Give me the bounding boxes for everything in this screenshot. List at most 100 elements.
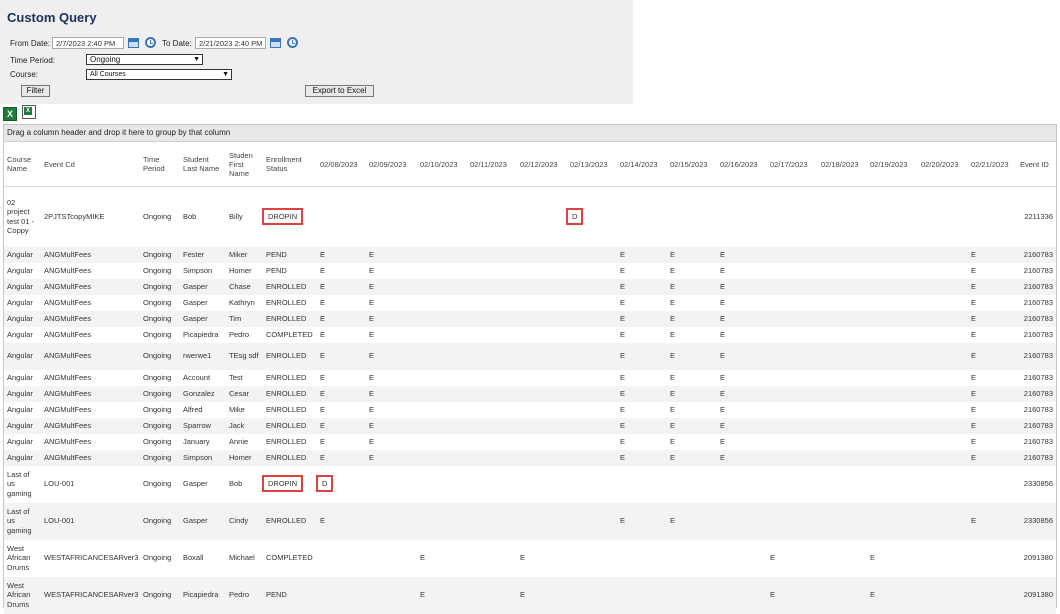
day-cell: E bbox=[667, 449, 717, 466]
table-row[interactable]: Angular ANGMultFees Ongoing Gasper Tim ENROLL… bbox=[4, 310, 1056, 327]
from-date-input[interactable]: 2/7/2023 2:40 PM bbox=[52, 37, 124, 49]
day-cell bbox=[717, 187, 767, 247]
table-row[interactable]: Angular ANGMultFees Ongoing Gasper Kathryn EN… bbox=[4, 295, 1056, 311]
day-cell: D bbox=[565, 187, 617, 247]
calendar-icon[interactable] bbox=[128, 38, 139, 48]
day-cell bbox=[417, 295, 467, 311]
day-cell: E bbox=[968, 417, 1017, 434]
column-header[interactable]: Enrollment Status bbox=[263, 142, 317, 187]
column-header[interactable]: Studen First Name bbox=[226, 142, 263, 187]
table-row[interactable]: Angular ANGMultFees Ongoing Gonzalez Cesar EN… bbox=[4, 385, 1056, 402]
day-cell: E bbox=[517, 540, 567, 577]
day-cell bbox=[818, 278, 867, 295]
table-row[interactable]: Angular ANGMultFees Ongoing Sparrow Jack ENRO… bbox=[4, 417, 1056, 434]
column-header[interactable]: Event Cd bbox=[41, 142, 140, 187]
column-header[interactable]: 02/15/2023 bbox=[667, 142, 717, 187]
day-cell bbox=[567, 466, 617, 503]
table-row[interactable]: 02 project test 01 - Coppy 2PJTSTcopyMIKE… bbox=[4, 187, 1056, 247]
day-cell: E bbox=[667, 278, 717, 295]
column-header[interactable]: 02/12/2023 bbox=[517, 142, 567, 187]
column-header[interactable]: 02/11/2023 bbox=[467, 142, 517, 187]
day-cell bbox=[968, 466, 1017, 503]
day-cell: E bbox=[617, 449, 667, 466]
day-cell: E bbox=[667, 417, 717, 434]
day-cell-text: E bbox=[620, 372, 626, 382]
column-header[interactable]: Course Name bbox=[4, 142, 41, 187]
group-by-panel[interactable]: Drag a column header and drop it here to… bbox=[4, 125, 1056, 142]
time-period-cell-text: Ongoing bbox=[143, 452, 172, 462]
table-row[interactable]: Angular ANGMultFees Ongoing Account Test ENRO… bbox=[4, 370, 1056, 386]
table-row[interactable]: West African Drums WESTAFRICANCESARver3 On… bbox=[4, 576, 1056, 614]
day-cell bbox=[918, 417, 968, 434]
calendar-icon[interactable] bbox=[270, 38, 281, 48]
event-id-cell: 2160783 bbox=[1017, 449, 1056, 466]
table-row[interactable]: Angular ANGMultFees Ongoing Simpson Homer ENR… bbox=[4, 449, 1056, 466]
last-name-cell: Sparrow bbox=[180, 417, 226, 434]
course-select[interactable]: All Courses ▼ bbox=[86, 69, 232, 80]
course-value: All Courses bbox=[90, 71, 126, 78]
event-cd-cell: ANGMultFees bbox=[41, 246, 140, 263]
day-cell-text: E bbox=[369, 329, 375, 339]
column-header[interactable]: 02/17/2023 bbox=[767, 142, 818, 187]
time-period-cell: Ongoing bbox=[140, 402, 180, 418]
day-cell: E bbox=[366, 246, 417, 263]
clock-icon[interactable] bbox=[145, 37, 156, 48]
clock-icon[interactable] bbox=[287, 37, 298, 48]
results-table: Course Name Event Cd Time Period Student La… bbox=[4, 142, 1056, 614]
column-header[interactable]: 02/16/2023 bbox=[717, 142, 767, 187]
table-row[interactable]: West African Drums WESTAFRICANCESARver3 On… bbox=[4, 540, 1056, 577]
day-cell bbox=[366, 466, 417, 503]
day-cell bbox=[567, 370, 617, 386]
day-cell-text: E bbox=[971, 351, 977, 361]
table-row[interactable]: Angular ANGMultFees Ongoing Picapiedra Pedro… bbox=[4, 327, 1056, 343]
column-header[interactable]: 02/20/2023 bbox=[918, 142, 968, 187]
last-name-cell-text: Simpson bbox=[183, 265, 213, 275]
column-header[interactable]: Event ID bbox=[1017, 142, 1056, 187]
status-cell: ENROLLED bbox=[263, 502, 317, 540]
day-cell bbox=[567, 434, 617, 450]
day-cell: E bbox=[717, 385, 767, 402]
table-row[interactable]: Angular ANGMultFees Ongoing Simpson Homer PEN… bbox=[4, 263, 1056, 279]
to-date-input[interactable]: 2/21/2023 2:40 PM bbox=[195, 37, 266, 49]
time-period-select[interactable]: Ongoing ▼ bbox=[86, 54, 203, 65]
event-cd-cell-text: WESTAFRICANCESARver3 bbox=[44, 590, 139, 600]
column-header[interactable]: 02/14/2023 bbox=[617, 142, 667, 187]
column-header[interactable]: 02/21/2023 bbox=[968, 142, 1017, 187]
export-excel-button[interactable]: Export to Excel bbox=[305, 85, 374, 97]
table-row[interactable]: Last of us gaming LOU-001 Ongoing Gasper Bob… bbox=[4, 466, 1056, 503]
day-cell bbox=[968, 187, 1017, 247]
day-cell bbox=[818, 342, 867, 370]
column-header[interactable]: 02/08/2023 bbox=[317, 142, 366, 187]
course-name-cell-text: Angular bbox=[7, 388, 33, 398]
day-cell: E bbox=[968, 402, 1017, 418]
course-name-cell: West African Drums bbox=[4, 576, 41, 614]
event-id-cell-text: 2091380 bbox=[1023, 590, 1053, 600]
table-row[interactable]: Angular ANGMultFees Ongoing Gasper Chase ENRO… bbox=[4, 278, 1056, 295]
status-cell: COMPLETED bbox=[263, 540, 317, 577]
day-cell bbox=[867, 327, 918, 343]
last-name-cell-text: Bob bbox=[183, 212, 197, 221]
table-row[interactable]: Angular ANGMultFees Ongoing January Annie ENR… bbox=[4, 434, 1056, 450]
excel-export-icon[interactable]: X bbox=[3, 107, 17, 121]
column-header[interactable]: Student Last Name bbox=[180, 142, 226, 187]
column-header[interactable]: 02/10/2023 bbox=[417, 142, 467, 187]
day-cell bbox=[517, 385, 567, 402]
column-header[interactable]: 02/19/2023 bbox=[867, 142, 918, 187]
course-name-cell-text: Angular bbox=[7, 297, 33, 307]
column-header[interactable]: 02/18/2023 bbox=[818, 142, 867, 187]
column-header[interactable]: 02/13/2023 bbox=[567, 142, 617, 187]
table-row[interactable]: Angular ANGMultFees Ongoing rwerwe1 TEsg sdf… bbox=[4, 342, 1056, 370]
table-row[interactable]: Last of us gaming LOU-001 Ongoing Gasper Cin… bbox=[4, 502, 1056, 540]
day-cell-text: E bbox=[971, 265, 977, 275]
day-cell bbox=[818, 385, 867, 402]
day-cell: E bbox=[667, 502, 717, 540]
day-cell: E bbox=[968, 295, 1017, 311]
excel-file-icon[interactable]: X bbox=[22, 105, 36, 119]
table-row[interactable]: Angular ANGMultFees Ongoing Fester Miker PEND… bbox=[4, 246, 1056, 263]
table-row[interactable]: Angular ANGMultFees Ongoing Alfred Mike ENROL… bbox=[4, 402, 1056, 418]
first-name-cell: Miker bbox=[226, 246, 263, 263]
status-cell-text: DROPIN bbox=[261, 208, 304, 225]
column-header[interactable]: Time Period bbox=[140, 142, 180, 187]
column-header[interactable]: 02/09/2023 bbox=[366, 142, 417, 187]
filter-button[interactable]: Filter bbox=[21, 85, 50, 97]
